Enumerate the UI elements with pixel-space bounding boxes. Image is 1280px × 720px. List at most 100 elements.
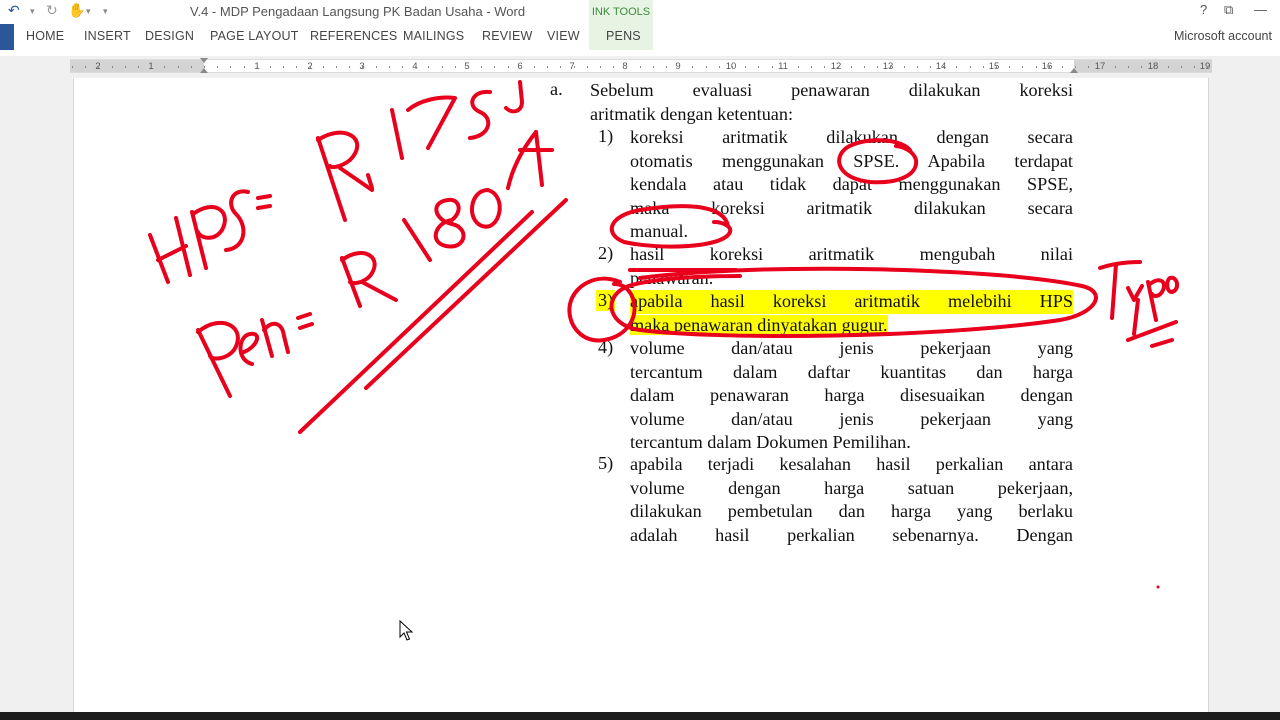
ruler-tick — [864, 66, 865, 68]
text-line: otomatis menggunakan SPSE. Apabila terda… — [630, 150, 1073, 171]
ruler-tick — [72, 66, 73, 68]
list-item-4[interactable]: volume dan/atau jenis pekerjaan yang ter… — [630, 337, 1073, 455]
text-line: maka koreksi aritmatik dilakukan secara — [630, 197, 1073, 218]
list-marker: 4) — [598, 337, 614, 357]
ruler-tick — [388, 66, 390, 68]
tab-design[interactable]: DESIGN — [145, 29, 194, 43]
title-bar: ↶ ▾ ↻ ✋ ▾ ▾ V.4 - MDP Pengadaan Langsung… — [0, 0, 1280, 24]
tab-review[interactable]: REVIEW — [482, 29, 533, 43]
mouse-pointer-icon — [399, 620, 414, 641]
text-line: volume dan/atau jenis pekerjaan yang — [630, 408, 1073, 429]
ruler-tick — [639, 66, 641, 68]
ruler-number: 10 — [725, 61, 737, 72]
ruler-tick — [771, 66, 773, 68]
ruler-tick — [784, 66, 786, 68]
ruler-number: 16 — [1041, 61, 1053, 72]
undo-icon[interactable]: ↶ — [8, 3, 20, 19]
ruler-tick — [177, 66, 179, 68]
ruler-number: 5 — [464, 61, 470, 72]
list-item-2[interactable]: hasil koreksi aritmatik mengubah nilai p… — [630, 243, 1073, 290]
ruler-number: 9 — [675, 61, 681, 72]
ruler-number: 17 — [1094, 61, 1106, 72]
ruler-tick — [560, 66, 562, 68]
text-line: tercantum dalam daftar kuantitas dan har… — [630, 361, 1073, 382]
tab-home[interactable]: HOME — [26, 29, 64, 43]
ruler-tick — [454, 66, 456, 68]
ruler-tick — [679, 66, 681, 68]
ruler-tick — [349, 66, 351, 68]
ruler-tick — [124, 66, 126, 68]
ruler-tick — [164, 66, 166, 68]
ruler-tick — [798, 66, 799, 68]
redo-icon[interactable]: ↻ — [46, 3, 58, 19]
tab-mailings[interactable]: MAILINGS — [403, 29, 464, 43]
ruler-tick — [626, 66, 628, 68]
ruler-tick — [692, 66, 694, 68]
text-line: maka penawaran dinyatakan gugur. — [630, 314, 888, 335]
list-marker: 2) — [598, 243, 614, 263]
first-line-indent-marker[interactable] — [200, 58, 208, 63]
ruler-tick — [204, 66, 205, 68]
text-line: aritmatik dengan ketentuan: — [590, 103, 794, 124]
ink-tools-group-label: INK TOOLS — [589, 0, 653, 24]
ruler-tick — [415, 66, 417, 68]
touch-mode-icon[interactable]: ✋ — [68, 3, 85, 19]
help-icon[interactable]: ? — [1200, 2, 1207, 17]
ruler-tick — [930, 66, 931, 68]
ruler-tick — [98, 66, 100, 68]
ruler-tick — [256, 66, 258, 68]
paragraph-a[interactable]: Sebelum evaluasi penawaran dilakukan kor… — [590, 79, 1073, 126]
horizontal-ruler[interactable]: 2 1 1 2 3 4 5 6 7 8 9 10 11 12 13 14 15 … — [70, 58, 1212, 73]
text-line: penawaran. — [630, 267, 714, 288]
list-item-3-highlighted[interactable]: apabila hasil koreksi aritmatik melebihi… — [630, 290, 1073, 337]
ruler-tick — [362, 66, 364, 68]
ruler-tick — [1075, 66, 1077, 68]
list-item-1[interactable]: koreksi aritmatik dilakukan dengan secar… — [630, 126, 1073, 244]
ribbon-display-icon[interactable]: ⧉ — [1224, 2, 1233, 18]
tab-page-layout[interactable]: PAGE LAYOUT — [210, 29, 299, 43]
ruler-tick — [943, 66, 945, 68]
ruler-tick — [1180, 66, 1182, 68]
ruler-tick — [270, 66, 271, 68]
tab-insert[interactable]: INSERT — [84, 29, 131, 43]
ruler-tick — [547, 66, 549, 68]
ruler-tick — [190, 66, 192, 68]
ruler-tick — [494, 66, 496, 68]
microsoft-account-link[interactable]: Microsoft account — [1174, 29, 1272, 43]
text-line: dalam penawaran harga disesuaikan dengan — [630, 385, 1073, 405]
tab-references[interactable]: REFERENCES — [310, 29, 397, 43]
ruler-tick — [745, 66, 747, 68]
ruler-number: 18 — [1147, 61, 1159, 72]
ruler-tick — [732, 66, 733, 68]
touch-dropdown-icon[interactable]: ▾ — [86, 7, 91, 17]
ruler-tick — [850, 66, 852, 68]
ruler-tick — [982, 66, 984, 68]
text-line: tercantum dalam Dokumen Pemilihan. — [630, 432, 911, 452]
file-tab-accent[interactable] — [0, 24, 14, 50]
ruler-tick — [1088, 66, 1090, 68]
customize-qat-icon[interactable]: ▾ — [103, 7, 108, 17]
ruler-tick — [903, 66, 905, 68]
ruler-tick — [666, 66, 667, 68]
right-indent-marker[interactable] — [1070, 68, 1078, 73]
ruler-tick — [877, 66, 879, 68]
ruler-tick — [705, 66, 707, 68]
ruler-tick — [1062, 66, 1063, 68]
ruler-tick — [468, 66, 469, 68]
undo-dropdown-icon[interactable]: ▾ — [30, 7, 35, 17]
ruler-tick — [824, 66, 826, 68]
tab-pens[interactable]: PENS — [606, 29, 641, 43]
ruler-tick — [1194, 66, 1195, 68]
tab-view[interactable]: VIEW — [547, 29, 580, 43]
minimize-icon[interactable]: — — [1254, 2, 1267, 17]
hanging-indent-marker[interactable] — [200, 68, 208, 73]
window-title: V.4 - MDP Pengadaan Langsung PK Badan Us… — [190, 4, 526, 19]
ruler-tick — [520, 66, 522, 68]
ruler-tick — [758, 66, 760, 68]
list-item-5[interactable]: apabila terjadi kesalahan hasil perkalia… — [630, 453, 1073, 547]
ruler-number: 14 — [935, 61, 947, 72]
ruler-tick — [1154, 66, 1156, 68]
taskbar — [0, 712, 1280, 720]
ruler-tick — [996, 66, 997, 68]
text-line: hasil koreksi aritmatik mengubah nilai — [630, 244, 1073, 264]
